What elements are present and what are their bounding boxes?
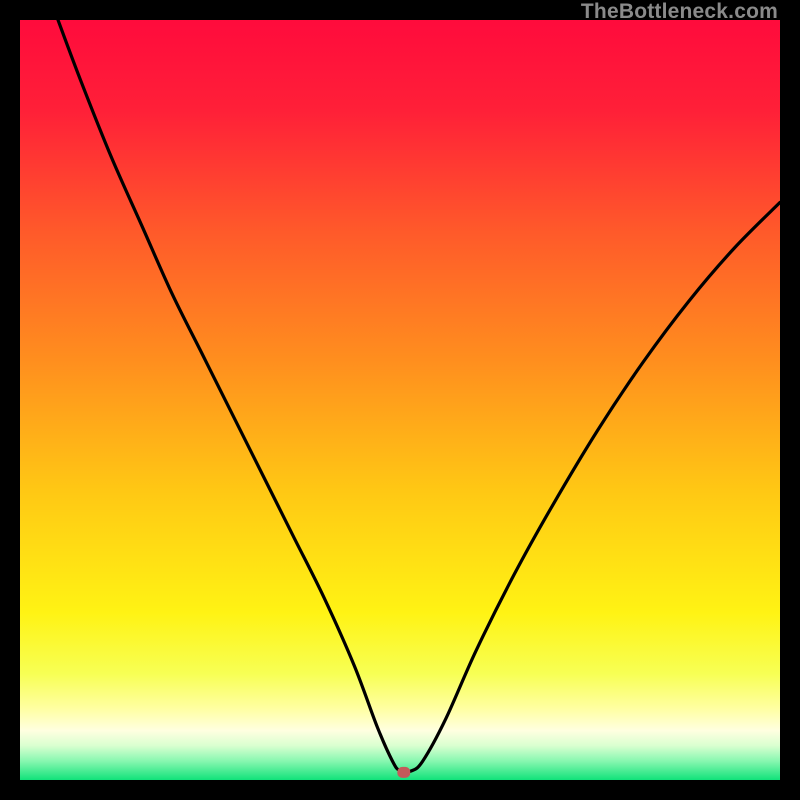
optimum-marker	[397, 767, 410, 778]
chart-frame	[20, 20, 780, 780]
bottleneck-plot	[20, 20, 780, 780]
watermark-text: TheBottleneck.com	[581, 0, 778, 24]
gradient-background	[20, 20, 780, 780]
